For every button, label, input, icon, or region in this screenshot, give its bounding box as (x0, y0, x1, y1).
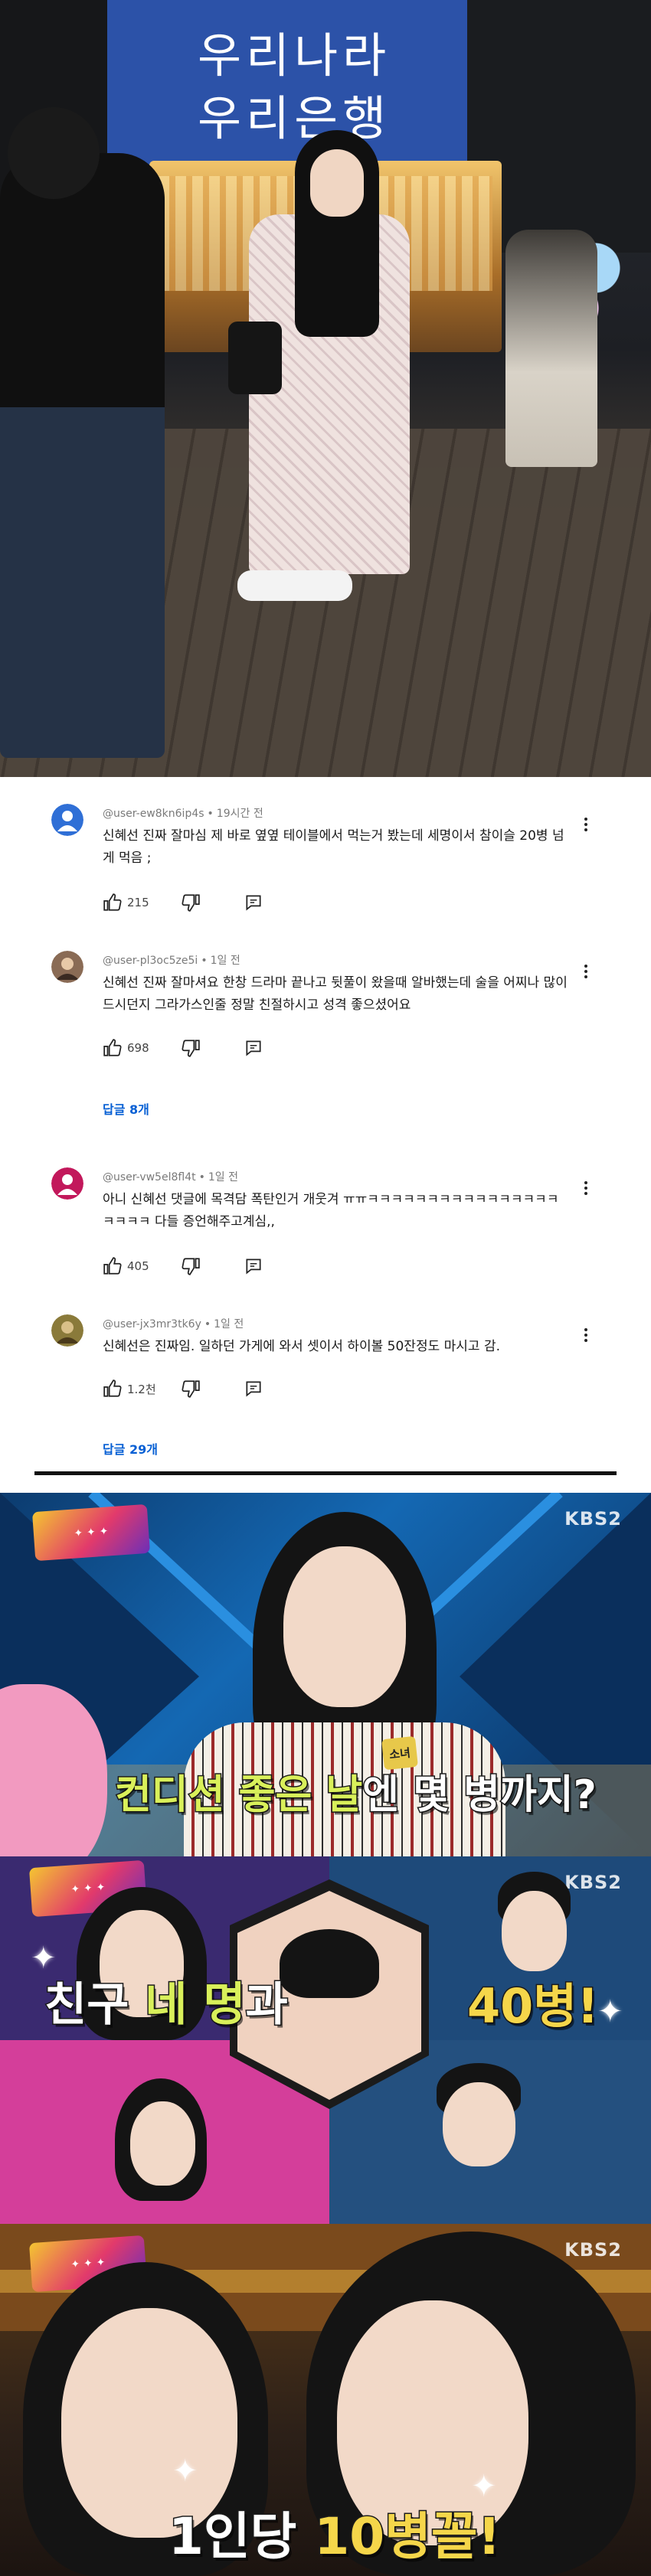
host-face (502, 1891, 567, 1971)
user-avatar-icon (51, 1167, 83, 1200)
comment-meta: @user-ew8kn6ip4s • 19시간 전 (103, 808, 263, 820)
thumbs-down-icon (182, 1258, 200, 1275)
comment-time: 19시간 전 (216, 808, 263, 820)
reply-button[interactable] (244, 1253, 263, 1279)
view-replies-link[interactable]: 답글 29개 (103, 1439, 158, 1458)
comment-text: 신혜선 진짜 잘마셔요 한창 드라마 끝나고 뒷풀이 왔을때 알바했는데 술을 … (103, 975, 568, 1013)
avatar[interactable] (51, 804, 83, 836)
like-count: 1.2천 (127, 1382, 156, 1396)
comment-meta: @user-vw5el8fl4t • 1일 전 (103, 1171, 238, 1184)
more-options-button[interactable] (578, 1177, 594, 1200)
dislike-button[interactable] (181, 1253, 201, 1279)
broadcaster-watermark: KBS2 (564, 1508, 622, 1530)
reply-button[interactable] (244, 1035, 263, 1061)
like-button[interactable]: 405 (103, 1253, 149, 1279)
handbag (228, 322, 282, 394)
avatar[interactable] (51, 1314, 83, 1347)
comment-section: @user-ew8kn6ip4s • 19시간 전 신혜선 진짜 잘마심 제 바로 … (46, 777, 605, 1477)
comment-username[interactable]: @user-pl3oc5ze5i (103, 955, 198, 967)
broadcaster-watermark: KBS2 (564, 2239, 622, 2261)
thumbs-up-icon (103, 1039, 122, 1056)
bank-sign: 우리나라 우리은행 (107, 0, 467, 165)
caption-question: 컨디션 좋은 날엔 몇 병까지? (113, 1762, 598, 1820)
comment-text: 신혜선은 진짜임. 일하던 가게에 와서 셋이서 하이볼 50잔정도 마시고 감… (103, 1339, 500, 1354)
street-photo: 우리나라 우리은행 (0, 0, 651, 777)
like-button[interactable]: 698 (103, 1035, 149, 1061)
reply-icon (246, 895, 261, 911)
dislike-button[interactable] (181, 890, 201, 916)
thumbs-down-icon (182, 1380, 200, 1398)
sparkle-icon: ✦ (172, 2454, 198, 2489)
avatar[interactable] (51, 951, 83, 983)
vendor-figure (505, 230, 597, 467)
thumbs-up-icon (103, 1257, 122, 1275)
user-avatar-icon (51, 951, 83, 983)
guest-face (130, 2101, 195, 2186)
reply-button[interactable] (244, 890, 263, 916)
tv-screenshot-1: ✦ ✦ ✦ KBS2 소녀 컨디션 좋은 날엔 몇 병까지? (0, 1493, 651, 1856)
more-options-button[interactable] (578, 960, 594, 983)
guest-face (283, 1546, 406, 1707)
comment-actions: 215 (103, 890, 409, 916)
dislike-button[interactable] (181, 1376, 201, 1402)
sparkle-icon: ✦ (597, 1994, 623, 2029)
comment-username[interactable]: @user-vw5el8fl4t (103, 1171, 196, 1184)
like-button[interactable]: 1.2천 (103, 1376, 156, 1402)
man-head (8, 107, 100, 199)
tv-screenshot-3: ✦ ✦ ✦ KBS2 ✦ ✦ 1인당 10병꼴! (0, 2224, 651, 2576)
woman-shoes (237, 570, 352, 601)
comment-text: 아니 신혜선 댓글에 목격담 폭탄인거 개웃겨 ㅠㅠㅋㅋㅋㅋㅋㅋㅋㅋㅋㅋㅋㅋㅋㅋ… (103, 1192, 559, 1229)
section-divider (34, 1471, 617, 1475)
show-logo: ✦ ✦ ✦ (31, 1503, 151, 1562)
comment-username[interactable]: @user-ew8kn6ip4s (103, 808, 204, 820)
broadcaster-watermark: KBS2 (564, 1872, 622, 1893)
comment-actions: 405 (103, 1253, 409, 1279)
thumbs-up-icon (103, 1379, 122, 1397)
comment-meta: @user-pl3oc5ze5i • 1일 전 (103, 955, 240, 967)
caption-per-person: 1인당 10병꼴! (167, 2496, 502, 2569)
reply-icon (246, 1040, 261, 1056)
comment-actions: 698 (103, 1035, 409, 1061)
like-count: 405 (127, 1259, 149, 1273)
caption-right: 40병! (466, 1977, 600, 2036)
avatar[interactable] (51, 1167, 83, 1200)
caption-part: 1인당 (167, 2506, 315, 2568)
more-options-button[interactable] (578, 813, 594, 836)
comment-text: 신혜선 진짜 잘마심 제 바로 옆옆 테이블에서 먹는거 봤는데 세명이서 참이… (103, 828, 564, 866)
like-button[interactable]: 215 (103, 890, 149, 916)
comment-meta: @user-jx3mr3tk6y • 1일 전 (103, 1318, 244, 1330)
thumbs-up-icon (103, 893, 122, 911)
comment-actions: 1.2천 (103, 1376, 409, 1402)
tv-screenshot-2: ✦ ✦ ✦ KBS2 ✦ ✦ 친구 네 명과 40병! (0, 1856, 651, 2224)
caption-left: 친구 네 명과 (43, 1967, 289, 2034)
comment-time: 1일 전 (208, 1171, 238, 1184)
like-count: 215 (127, 896, 149, 909)
host-face (443, 2082, 515, 2166)
thumbs-down-icon (182, 894, 200, 912)
user-avatar-icon (51, 804, 83, 836)
dislike-button[interactable] (181, 1035, 201, 1061)
reply-button[interactable] (244, 1376, 263, 1402)
comment-time: 1일 전 (210, 955, 240, 967)
user-avatar-icon (51, 1314, 83, 1347)
woman-face (310, 149, 364, 217)
caption-part: 친구 (43, 1977, 146, 2033)
caption-part: 엔 몇 병까지? (361, 1771, 598, 1820)
caption-part: 네 명 (144, 1977, 247, 2033)
more-options-button[interactable] (578, 1324, 594, 1347)
caption-part: 컨디션 좋은 날 (113, 1771, 363, 1820)
thumbs-down-icon (182, 1040, 200, 1057)
comment-time: 1일 전 (214, 1318, 244, 1330)
reply-icon (246, 1259, 261, 1275)
caption-part: 과 (244, 1977, 289, 2033)
view-replies-link[interactable]: 답글 8개 (103, 1099, 149, 1118)
caption-part: 10병꼴! (313, 2506, 502, 2568)
man-figure (0, 153, 165, 758)
like-count: 698 (127, 1041, 149, 1055)
comment-username[interactable]: @user-jx3mr3tk6y (103, 1318, 201, 1330)
bank-sign-line1: 우리나라 (198, 28, 391, 83)
guest-hair (280, 1929, 379, 1998)
reply-icon (246, 1381, 261, 1397)
